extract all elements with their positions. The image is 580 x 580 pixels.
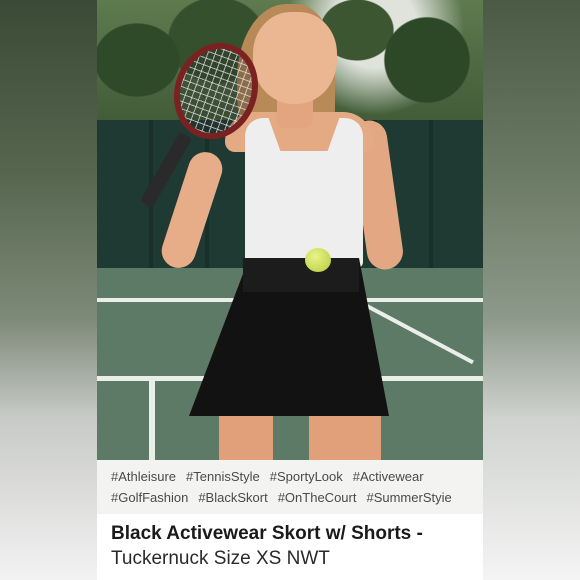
hashtag[interactable]: #OnTheCourt <box>278 489 357 506</box>
product-photo[interactable] <box>97 0 483 460</box>
hashtag[interactable]: #Activewear <box>353 468 424 485</box>
hashtag-list: #Athleisure #TennisStyle #SportyLook #Ac… <box>97 460 483 514</box>
court-line <box>366 304 474 365</box>
hashtag[interactable]: #GolfFashion <box>111 489 188 506</box>
hashtag[interactable]: #SportyLook <box>270 468 343 485</box>
tennis-ball <box>305 248 331 272</box>
hashtag[interactable]: #TennisStyle <box>186 468 260 485</box>
hashtag[interactable]: #BlackSkort <box>198 489 267 506</box>
skort-waistband <box>243 258 359 292</box>
blurred-background-right <box>483 0 580 580</box>
listing-card[interactable]: #Athleisure #TennisStyle #SportyLook #Ac… <box>97 0 483 580</box>
person-head <box>253 12 337 104</box>
hashtag[interactable]: #Athleisure <box>111 468 176 485</box>
court-line <box>149 380 155 460</box>
hashtag[interactable]: #SummerStyie <box>366 489 451 506</box>
listing-subtitle[interactable]: Tuckernuck Size XS NWT <box>111 547 471 571</box>
blurred-background-left <box>0 0 97 580</box>
listing-title[interactable]: Black Activewear Skort w/ Shorts - <box>111 522 471 546</box>
